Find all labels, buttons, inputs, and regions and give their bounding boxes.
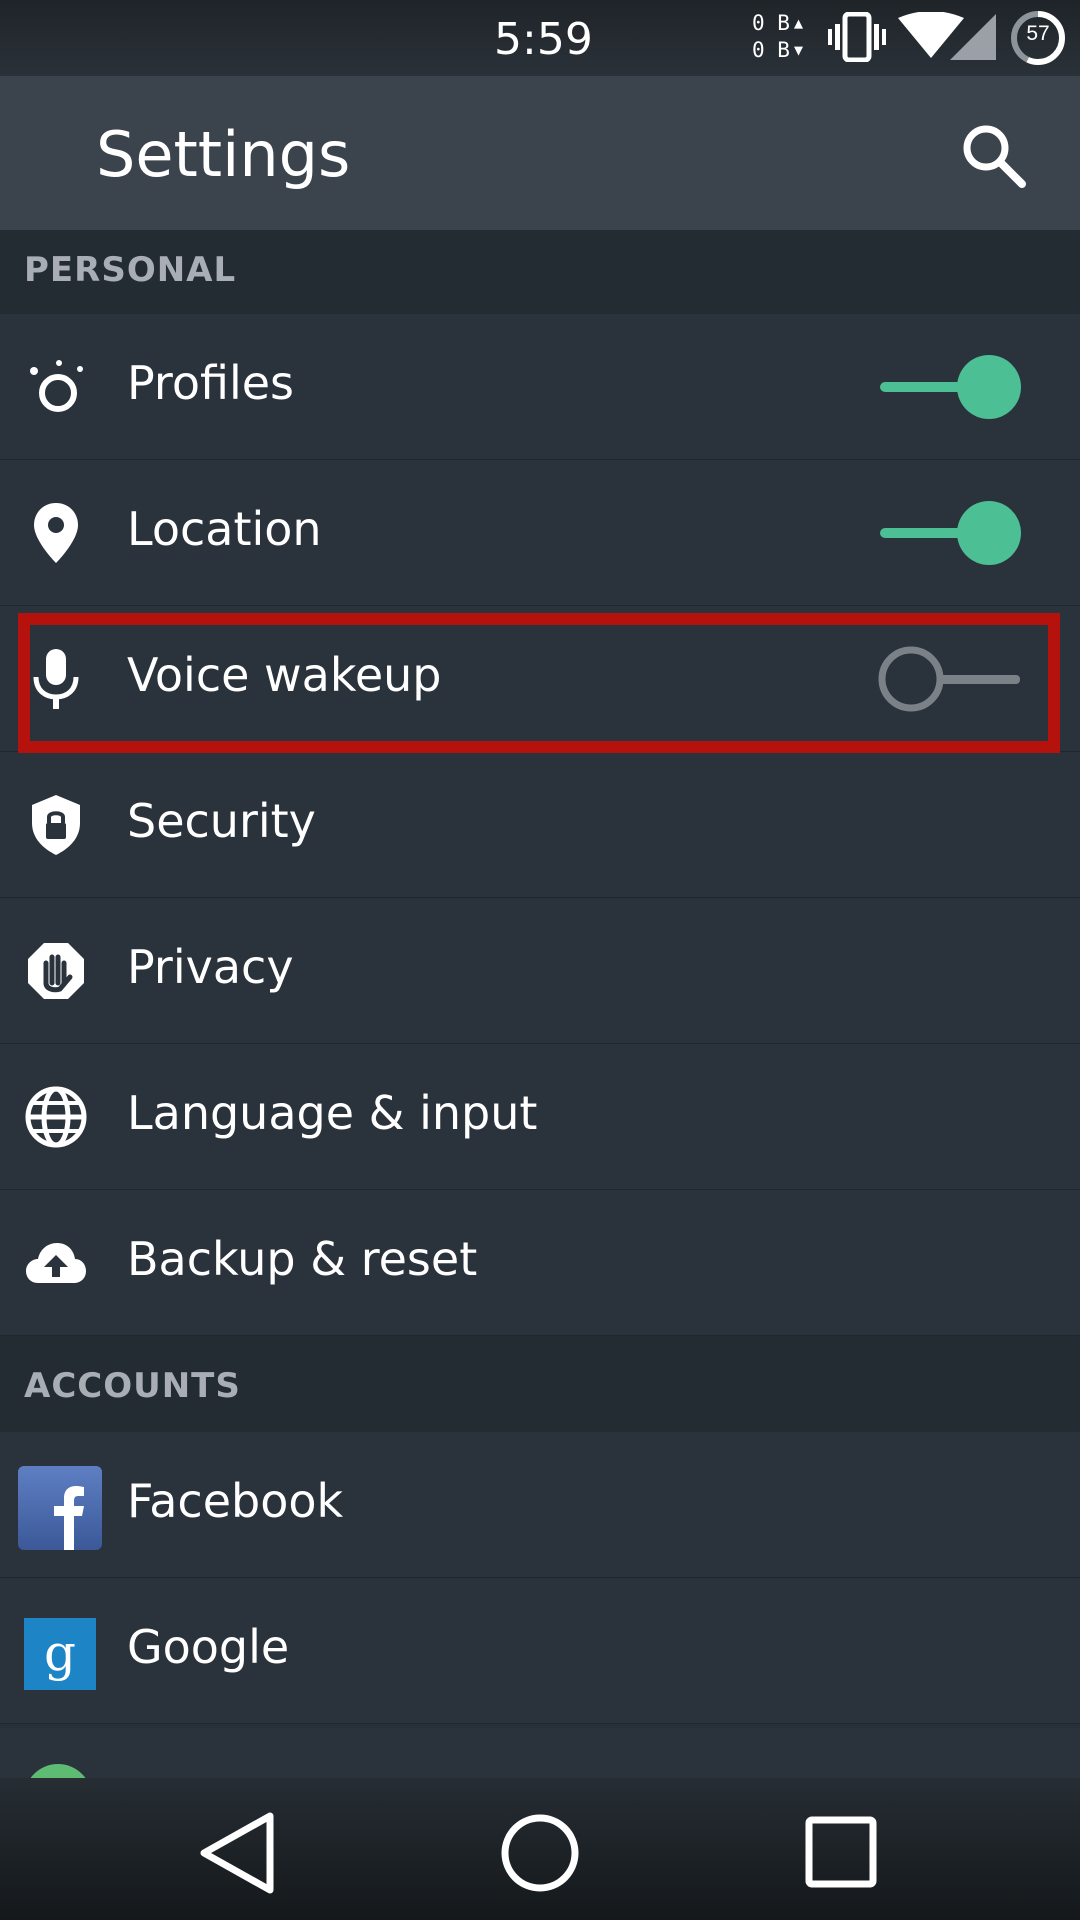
settings-item-privacy[interactable]: Privacy [0,898,1080,1044]
voice-wakeup-toggle[interactable] [876,646,1024,712]
settings-item-label: Language & input [127,1086,538,1140]
account-avatar-icon [24,1764,92,1778]
globe-icon [25,1086,87,1148]
status-clock: 5:59 [494,14,593,65]
back-icon[interactable] [192,1808,282,1898]
search-icon[interactable] [958,120,1030,192]
app-toolbar: Settings [0,76,1080,230]
settings-item-label: Profiles [127,356,294,410]
settings-item-label: Voice wakeup [127,648,442,702]
microphone-icon [33,649,79,709]
settings-item-backup-reset[interactable]: Backup & reset [0,1190,1080,1336]
account-item-google[interactable]: g Google [0,1578,1080,1724]
cell-signal-icon [950,14,996,60]
profiles-icon [30,360,83,412]
vibrate-icon [828,12,886,62]
down-arrow-icon: ▼ [793,41,803,59]
settings-item-profiles[interactable]: Profiles [0,314,1080,460]
cloud-upload-icon [26,1243,86,1283]
up-arrow-icon: ▲ [793,14,803,32]
settings-item-label: Backup & reset [127,1232,478,1286]
settings-item-voice-wakeup[interactable]: Voice wakeup [0,606,1080,752]
settings-item-label: Google [127,1620,290,1674]
section-title-accounts: ACCOUNTS [24,1366,241,1406]
settings-item-label: Privacy [127,940,294,994]
location-pin-icon [34,503,78,563]
account-item-partial[interactable] [0,1728,1080,1778]
privacy-hand-icon [28,943,84,999]
location-toggle[interactable] [876,500,1024,566]
navigation-bar [0,1778,1080,1920]
section-title-personal: PERSONAL [24,250,237,290]
settings-item-language-input[interactable]: Language & input [0,1044,1080,1190]
recents-icon[interactable] [797,1808,887,1898]
net-down-value: 0 B [752,38,790,62]
battery-level: 57 [1026,22,1050,45]
status-bar: 5:59 0 B ▲ 0 B ▼ 57 [0,0,1080,76]
settings-item-label: Location [127,502,322,556]
settings-item-location[interactable]: Location [0,460,1080,606]
settings-item-security[interactable]: Security [0,752,1080,898]
settings-item-label: Facebook [127,1474,344,1528]
section-header-personal: PERSONAL [0,230,1080,314]
shield-lock-icon [32,795,80,855]
network-speed: 0 B ▲ 0 B ▼ [752,10,816,66]
page-title: Settings [96,118,351,191]
settings-item-label: Security [127,794,316,848]
account-item-facebook[interactable]: Facebook [0,1432,1080,1578]
facebook-icon [18,1466,102,1550]
net-up-value: 0 B [752,11,790,35]
home-icon[interactable] [495,1808,585,1898]
google-icon: g [24,1618,96,1690]
svg-text:g: g [44,1624,76,1682]
section-header-accounts: ACCOUNTS [0,1336,1080,1432]
profiles-toggle[interactable] [876,354,1024,420]
